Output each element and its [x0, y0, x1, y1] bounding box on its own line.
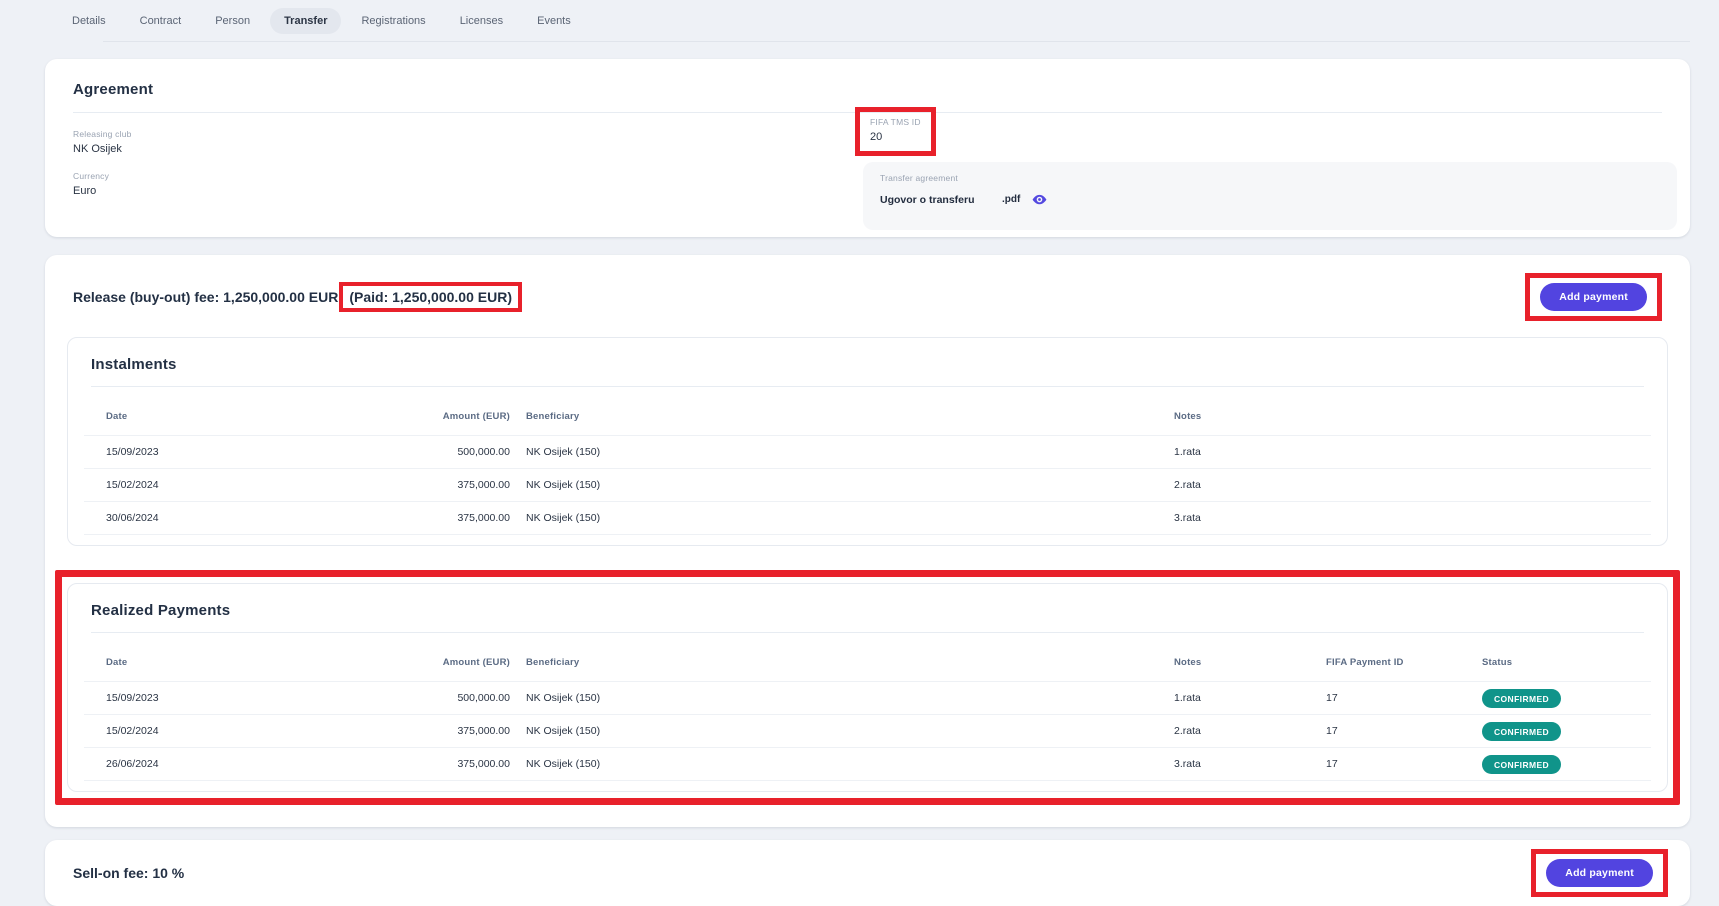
realized-payments-header-row: Date Amount (EUR) Beneficiary Notes FIFA…	[84, 657, 1651, 682]
cell-status: CONFIRMED	[1474, 715, 1651, 748]
tab-registrations[interactable]: Registrations	[347, 8, 439, 34]
realized-payments-title: Realized Payments	[91, 602, 1651, 619]
tab-person[interactable]: Person	[201, 8, 264, 34]
cell-notes: 1.rata	[1166, 436, 1651, 469]
cell-notes: 3.rata	[1166, 748, 1318, 781]
release-fee-header: Release (buy-out) fee: 1,250,000.00 EUR …	[67, 273, 1668, 321]
eye-icon	[1032, 192, 1047, 207]
table-row: 15/09/2023 500,000.00 NK Osijek (150) 1.…	[84, 682, 1651, 715]
release-fee-title: Release (buy-out) fee: 1,250,000.00 EUR …	[73, 282, 522, 312]
column-header-date: Date	[84, 657, 378, 682]
table-row: 30/06/2024 375,000.00 NK Osijek (150) 3.…	[84, 502, 1651, 535]
cell-fifa-payment-id: 17	[1318, 748, 1474, 781]
sell-on-fee-card: Sell-on fee: 10 % Add payment	[45, 840, 1690, 906]
column-header-status: Status	[1474, 657, 1651, 682]
table-row: 15/02/2024 375,000.00 NK Osijek (150) 2.…	[84, 469, 1651, 502]
transfer-agreement-file-row: Ugovor o transferu .pdf	[880, 192, 1660, 207]
agreement-card: Agreement Releasing club NK Osijek Curre…	[45, 59, 1690, 237]
cell-date: 15/09/2023	[84, 682, 378, 715]
tab-events[interactable]: Events	[523, 8, 585, 34]
cell-date: 15/02/2024	[84, 469, 378, 502]
cell-amount: 375,000.00	[378, 715, 518, 748]
cell-notes: 1.rata	[1166, 682, 1318, 715]
cell-status: CONFIRMED	[1474, 748, 1651, 781]
cell-amount: 375,000.00	[378, 469, 518, 502]
realized-payments-section: Realized Payments Date Amount (EUR) Bene…	[67, 583, 1668, 792]
file-extension: .pdf	[1002, 194, 1020, 205]
annotation-box-paid-amount: (Paid: 1,250,000.00 EUR)	[339, 282, 522, 312]
column-header-fifa-payment-id: FIFA Payment ID	[1318, 657, 1474, 682]
table-row: 15/02/2024 375,000.00 NK Osijek (150) 2.…	[84, 715, 1651, 748]
cell-beneficiary: NK Osijek (150)	[518, 502, 1166, 535]
cell-date: 15/09/2023	[84, 436, 378, 469]
transfer-agreement-label: Transfer agreement	[880, 173, 1660, 183]
instalments-title: Instalments	[91, 356, 1651, 373]
sell-on-fee-title: Sell-on fee: 10 %	[73, 865, 184, 881]
paid-amount-text: (Paid: 1,250,000.00 EUR)	[349, 289, 512, 305]
tabbar-divider	[103, 41, 1690, 42]
cell-beneficiary: NK Osijek (150)	[518, 682, 1166, 715]
instalments-table: Date Amount (EUR) Beneficiary Notes 15/0…	[84, 411, 1651, 535]
tab-bar: Details Contract Person Transfer Registr…	[0, 0, 1719, 42]
table-row: 15/09/2023 500,000.00 NK Osijek (150) 1.…	[84, 436, 1651, 469]
cell-beneficiary: NK Osijek (150)	[518, 748, 1166, 781]
transfer-agreement-box: Transfer agreement Ugovor o transferu .p…	[863, 162, 1677, 230]
annotation-box-add-payment-bottom: Add payment	[1531, 849, 1668, 897]
instalments-header-row: Date Amount (EUR) Beneficiary Notes	[84, 411, 1651, 436]
cell-amount: 375,000.00	[378, 748, 518, 781]
annotation-box-add-payment-top: Add payment	[1525, 273, 1662, 321]
column-header-date: Date	[84, 411, 378, 436]
cell-fifa-payment-id: 17	[1318, 682, 1474, 715]
fifa-tms-id-label: FIFA TMS ID	[870, 117, 921, 127]
cell-notes: 2.rata	[1166, 715, 1318, 748]
annotation-box-fifa-tms-id: FIFA TMS ID 20	[855, 107, 936, 156]
column-header-amount: Amount (EUR)	[378, 411, 518, 436]
cell-fifa-payment-id: 17	[1318, 715, 1474, 748]
realized-payments-divider	[91, 632, 1644, 633]
column-header-notes: Notes	[1166, 411, 1651, 436]
realized-payments-table: Date Amount (EUR) Beneficiary Notes FIFA…	[84, 657, 1651, 781]
tab-contract[interactable]: Contract	[126, 8, 196, 34]
annotation-box-realized-payments: Realized Payments Date Amount (EUR) Bene…	[55, 570, 1680, 805]
instalments-divider	[91, 386, 1644, 387]
status-badge: CONFIRMED	[1482, 689, 1561, 708]
cell-amount: 375,000.00	[378, 502, 518, 535]
release-fee-text: Release (buy-out) fee: 1,250,000.00 EUR	[73, 289, 338, 305]
cell-notes: 3.rata	[1166, 502, 1651, 535]
cell-amount: 500,000.00	[378, 682, 518, 715]
add-payment-button-sell-on[interactable]: Add payment	[1546, 859, 1653, 887]
view-file-button[interactable]	[1032, 192, 1047, 207]
column-header-beneficiary: Beneficiary	[518, 411, 1166, 436]
column-header-amount: Amount (EUR)	[378, 657, 518, 682]
cell-date: 30/06/2024	[84, 502, 378, 535]
fifa-tms-id-value: 20	[870, 131, 921, 143]
cell-notes: 2.rata	[1166, 469, 1651, 502]
status-badge: CONFIRMED	[1482, 722, 1561, 741]
instalments-section: Instalments Date Amount (EUR) Beneficiar…	[67, 337, 1668, 546]
cell-amount: 500,000.00	[378, 436, 518, 469]
tab-details[interactable]: Details	[58, 8, 120, 34]
tab-licenses[interactable]: Licenses	[446, 8, 517, 34]
release-fee-card: Release (buy-out) fee: 1,250,000.00 EUR …	[45, 255, 1690, 827]
cell-status: CONFIRMED	[1474, 682, 1651, 715]
tab-transfer[interactable]: Transfer	[270, 8, 341, 34]
status-badge: CONFIRMED	[1482, 755, 1561, 774]
tab-list: Details Contract Person Transfer Registr…	[58, 8, 1719, 34]
cell-date: 26/06/2024	[84, 748, 378, 781]
table-row: 26/06/2024 375,000.00 NK Osijek (150) 3.…	[84, 748, 1651, 781]
cell-beneficiary: NK Osijek (150)	[518, 436, 1166, 469]
agreement-title: Agreement	[73, 81, 1662, 98]
cell-date: 15/02/2024	[84, 715, 378, 748]
cell-beneficiary: NK Osijek (150)	[518, 715, 1166, 748]
cell-beneficiary: NK Osijek (150)	[518, 469, 1166, 502]
file-name: Ugovor o transferu	[880, 194, 1002, 206]
column-header-beneficiary: Beneficiary	[518, 657, 1166, 682]
column-header-notes: Notes	[1166, 657, 1318, 682]
add-payment-button-release-fee[interactable]: Add payment	[1540, 283, 1647, 311]
